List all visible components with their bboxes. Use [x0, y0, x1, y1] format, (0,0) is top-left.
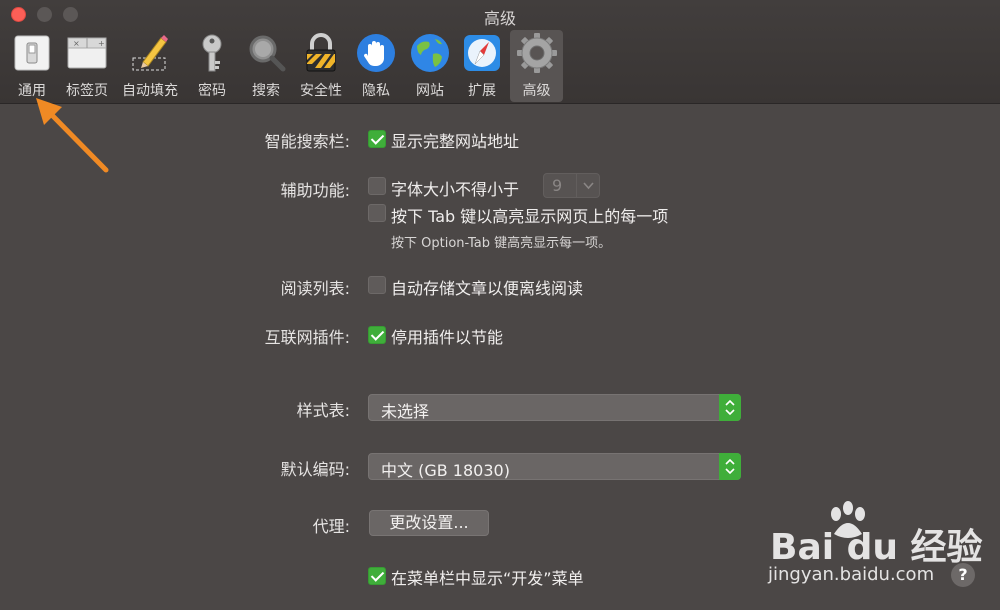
general-switch-icon — [14, 35, 50, 71]
smart-search-label: 智能搜索栏: — [264, 132, 350, 151]
tab-label: 扩展 — [468, 83, 496, 99]
stylesheet-select[interactable]: 未选择 — [368, 394, 741, 421]
svg-text:+: + — [98, 39, 105, 48]
tab-label: 高级 — [522, 83, 551, 99]
develop-menu-text: 在菜单栏中显示“开发”菜单 — [391, 569, 584, 588]
tab-label: 自动填充 — [122, 83, 178, 99]
globe-icon — [411, 34, 449, 72]
tab-extensions[interactable]: 扩展 — [460, 30, 504, 102]
encoding-select[interactable]: 中文 (GB 18030) — [368, 453, 741, 480]
encoding-value: 中文 (GB 18030) — [381, 461, 510, 480]
up-down-chevron-icon — [719, 453, 741, 480]
preferences-window: 高级 通用 × + 标签页 自动填充 密码 搜索 安全性 隐私 网站 扩展 高级… — [0, 0, 1000, 610]
offline-reading-text: 自动存储文章以便离线阅读 — [391, 279, 584, 298]
offline-reading-checkbox[interactable] — [368, 276, 386, 294]
baidu-watermark: Bai du 经验 jingyan.baidu.com — [762, 500, 983, 595]
stylesheet-value: 未选择 — [381, 402, 430, 421]
tab-websites[interactable]: 网站 — [408, 30, 452, 102]
lock-icon — [306, 33, 336, 72]
proxy-label: 代理: — [312, 517, 350, 536]
gear-icon — [516, 33, 557, 73]
window-title: 高级 — [483, 9, 516, 28]
change-settings-button[interactable]: 更改设置... — [369, 510, 489, 536]
show-full-address-checkbox[interactable] — [368, 130, 386, 148]
min-font-size-checkbox[interactable] — [368, 177, 386, 195]
tab-label: 密码 — [198, 83, 226, 99]
magnifier-icon — [249, 35, 286, 72]
tab-privacy[interactable]: 隐私 — [354, 30, 398, 102]
up-down-chevron-icon — [719, 394, 741, 421]
tab-label: 网站 — [416, 83, 444, 99]
tabs-icon: × + — [67, 37, 107, 69]
pencil-icon — [132, 35, 168, 71]
encoding-label: 默认编码: — [280, 460, 350, 479]
chevron-down-icon — [576, 174, 599, 197]
compass-icon — [464, 35, 500, 71]
key-icon — [202, 34, 222, 72]
stylesheet-label: 样式表: — [296, 401, 350, 420]
show-full-address-text: 显示完整网站地址 — [391, 132, 520, 151]
tab-label: 搜索 — [252, 83, 280, 99]
plugins-label: 互联网插件: — [264, 328, 350, 347]
tab-search[interactable]: 搜索 — [244, 30, 288, 102]
tab-label: 安全性 — [300, 83, 342, 99]
reading-list-label: 阅读列表: — [280, 279, 350, 298]
tab-security[interactable]: 安全性 — [296, 30, 346, 102]
tab-general[interactable]: 通用 — [9, 30, 55, 102]
annotation-arrow-icon — [36, 98, 109, 173]
stop-plugins-checkbox[interactable] — [368, 326, 386, 344]
tab-highlight-text: 按下 Tab 键以高亮显示网页上的每一项 — [391, 207, 669, 226]
hand-icon — [357, 34, 395, 72]
tab-autofill[interactable]: 自动填充 — [118, 30, 182, 102]
watermark-brand: Bai du 经验 — [770, 527, 983, 568]
min-font-size-value: 9 — [552, 176, 563, 195]
min-font-size-select[interactable]: 9 — [543, 173, 600, 198]
accessibility-label: 辅助功能: — [280, 181, 350, 200]
tab-label: 隐私 — [362, 83, 390, 99]
stop-plugins-text: 停用插件以节能 — [391, 328, 504, 347]
svg-text:×: × — [73, 39, 80, 48]
help-button[interactable]: ? — [951, 563, 975, 587]
develop-menu-checkbox[interactable] — [368, 567, 386, 585]
tab-highlight-checkbox[interactable] — [368, 204, 386, 222]
min-font-size-text: 字体大小不得小于 — [391, 180, 520, 199]
title-bar: 高级 通用 × + 标签页 自动填充 密码 搜索 安全性 隐私 网站 扩展 高级 — [0, 0, 1000, 104]
tab-passwords[interactable]: 密码 — [190, 30, 234, 102]
watermark-url: jingyan.baidu.com — [768, 564, 935, 585]
tab-advanced[interactable]: 高级 — [510, 30, 563, 102]
tab-tabs[interactable]: × + 标签页 — [62, 30, 112, 102]
tab-highlight-hint: 按下 Option-Tab 键高亮显示每一项。 — [391, 236, 612, 251]
